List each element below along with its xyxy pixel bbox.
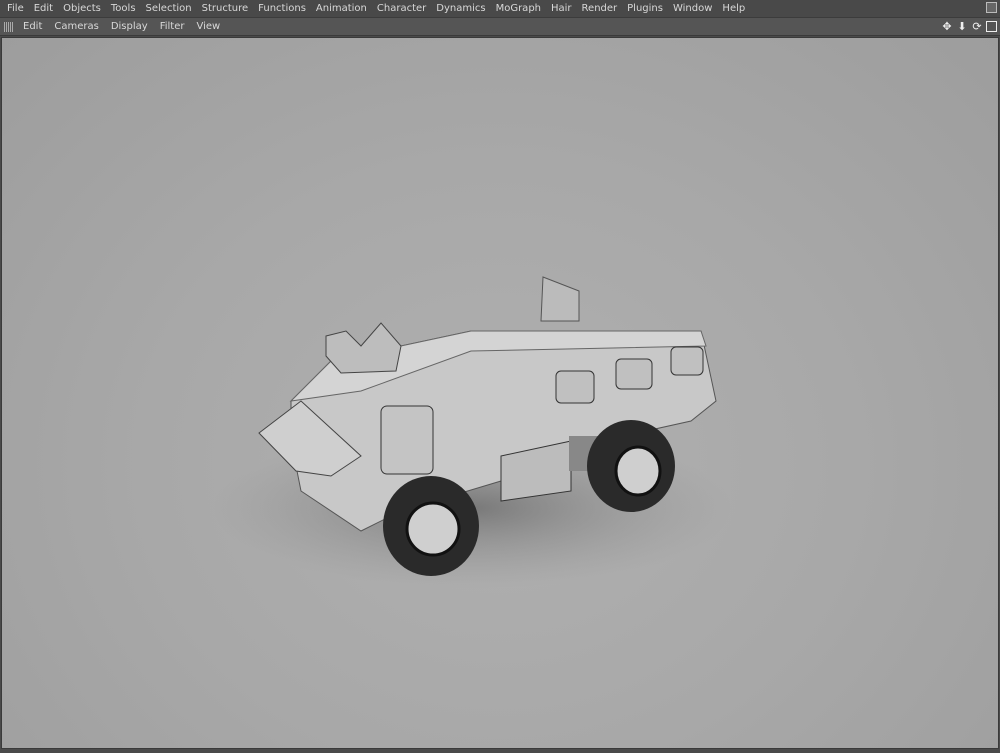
menu-character[interactable]: Character xyxy=(372,3,431,14)
viewport-menu-edit[interactable]: Edit xyxy=(17,21,48,32)
3d-viewport[interactable] xyxy=(1,37,999,749)
menu-selection[interactable]: Selection xyxy=(141,3,197,14)
viewport-menu-view[interactable]: View xyxy=(190,21,226,32)
menu-mograph[interactable]: MoGraph xyxy=(491,3,546,14)
zoom-icon[interactable]: ⬇ xyxy=(956,21,968,33)
layout-toggle-button[interactable] xyxy=(986,2,997,13)
menu-hair[interactable]: Hair xyxy=(546,3,577,14)
main-menu-bar: File Edit Objects Tools Selection Struct… xyxy=(0,0,1000,17)
viewport-menu-bar: Edit Cameras Display Filter View ✥ ⬇ ⟳ xyxy=(0,17,1000,36)
rotate-icon[interactable]: ⟳ xyxy=(971,21,983,33)
menu-plugins[interactable]: Plugins xyxy=(622,3,668,14)
menu-objects[interactable]: Objects xyxy=(58,3,106,14)
menu-functions[interactable]: Functions xyxy=(253,3,311,14)
menu-dynamics[interactable]: Dynamics xyxy=(431,3,490,14)
menu-file[interactable]: File xyxy=(2,3,29,14)
menu-structure[interactable]: Structure xyxy=(197,3,254,14)
maximize-icon[interactable] xyxy=(986,21,997,32)
grip-icon[interactable] xyxy=(4,21,14,32)
menu-animation[interactable]: Animation xyxy=(311,3,372,14)
menu-window[interactable]: Window xyxy=(668,3,717,14)
viewport-menu-filter[interactable]: Filter xyxy=(154,21,191,32)
menu-tools[interactable]: Tools xyxy=(106,3,141,14)
vehicle-render xyxy=(212,276,732,588)
move-icon[interactable]: ✥ xyxy=(941,21,953,33)
menu-edit[interactable]: Edit xyxy=(29,3,58,14)
menu-help[interactable]: Help xyxy=(717,3,750,14)
viewport-menu-display[interactable]: Display xyxy=(105,21,154,32)
viewport-menu-cameras[interactable]: Cameras xyxy=(48,21,104,32)
menu-render[interactable]: Render xyxy=(577,3,623,14)
